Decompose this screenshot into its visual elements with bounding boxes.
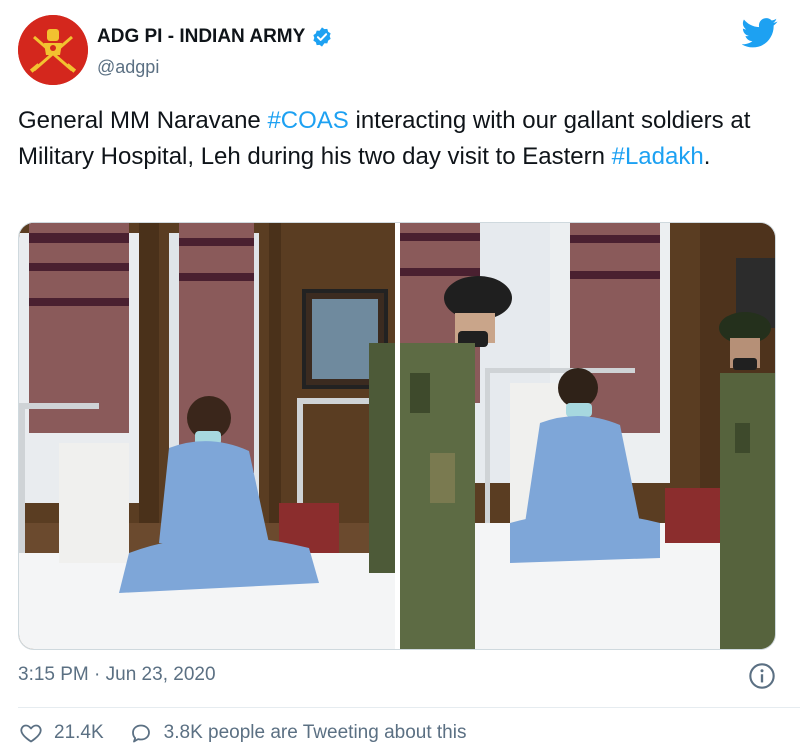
tweet-photo-2[interactable] (399, 223, 775, 649)
avatar[interactable] (18, 15, 88, 85)
tweet-text: General MM Naravane #COAS interacting wi… (18, 103, 778, 175)
tweet-media (18, 222, 776, 650)
heart-icon[interactable] (18, 721, 44, 745)
info-icon[interactable] (748, 662, 776, 690)
hashtag-coas[interactable]: #COAS (267, 107, 348, 134)
tweet-timestamp[interactable]: 3:15 PM · Jun 23, 2020 (18, 664, 216, 686)
twitter-bird-icon[interactable] (742, 18, 778, 48)
like-count: 21.4K (54, 722, 104, 743)
divider (18, 707, 800, 708)
speech-bubble-icon[interactable] (128, 721, 154, 745)
tweet-text-segment: General MM Naravane (18, 107, 268, 134)
hashtag-ladakh[interactable]: #Ladakh (612, 143, 704, 170)
retweet-people-action[interactable]: 3.8K people are Tweeting about this (128, 721, 467, 745)
hospital-photo-1-image (19, 223, 395, 649)
account-name-row[interactable]: ADG PI - INDIAN ARMY (97, 26, 333, 48)
verified-badge-icon (313, 27, 331, 47)
army-emblem-icon (18, 15, 88, 85)
tweet-actions: 21.4K 3.8K people are Tweeting about thi… (18, 721, 490, 745)
hospital-photo-2-image (399, 223, 775, 649)
like-action[interactable]: 21.4K (18, 721, 104, 745)
account-handle[interactable]: @adgpi (97, 57, 159, 78)
tweet-photo-1[interactable] (19, 223, 395, 649)
tweet-text-segment: . (703, 143, 711, 170)
tweeting-about-text: 3.8K people are Tweeting about this (163, 722, 467, 743)
account-name[interactable]: ADG PI - INDIAN ARMY (97, 26, 305, 48)
